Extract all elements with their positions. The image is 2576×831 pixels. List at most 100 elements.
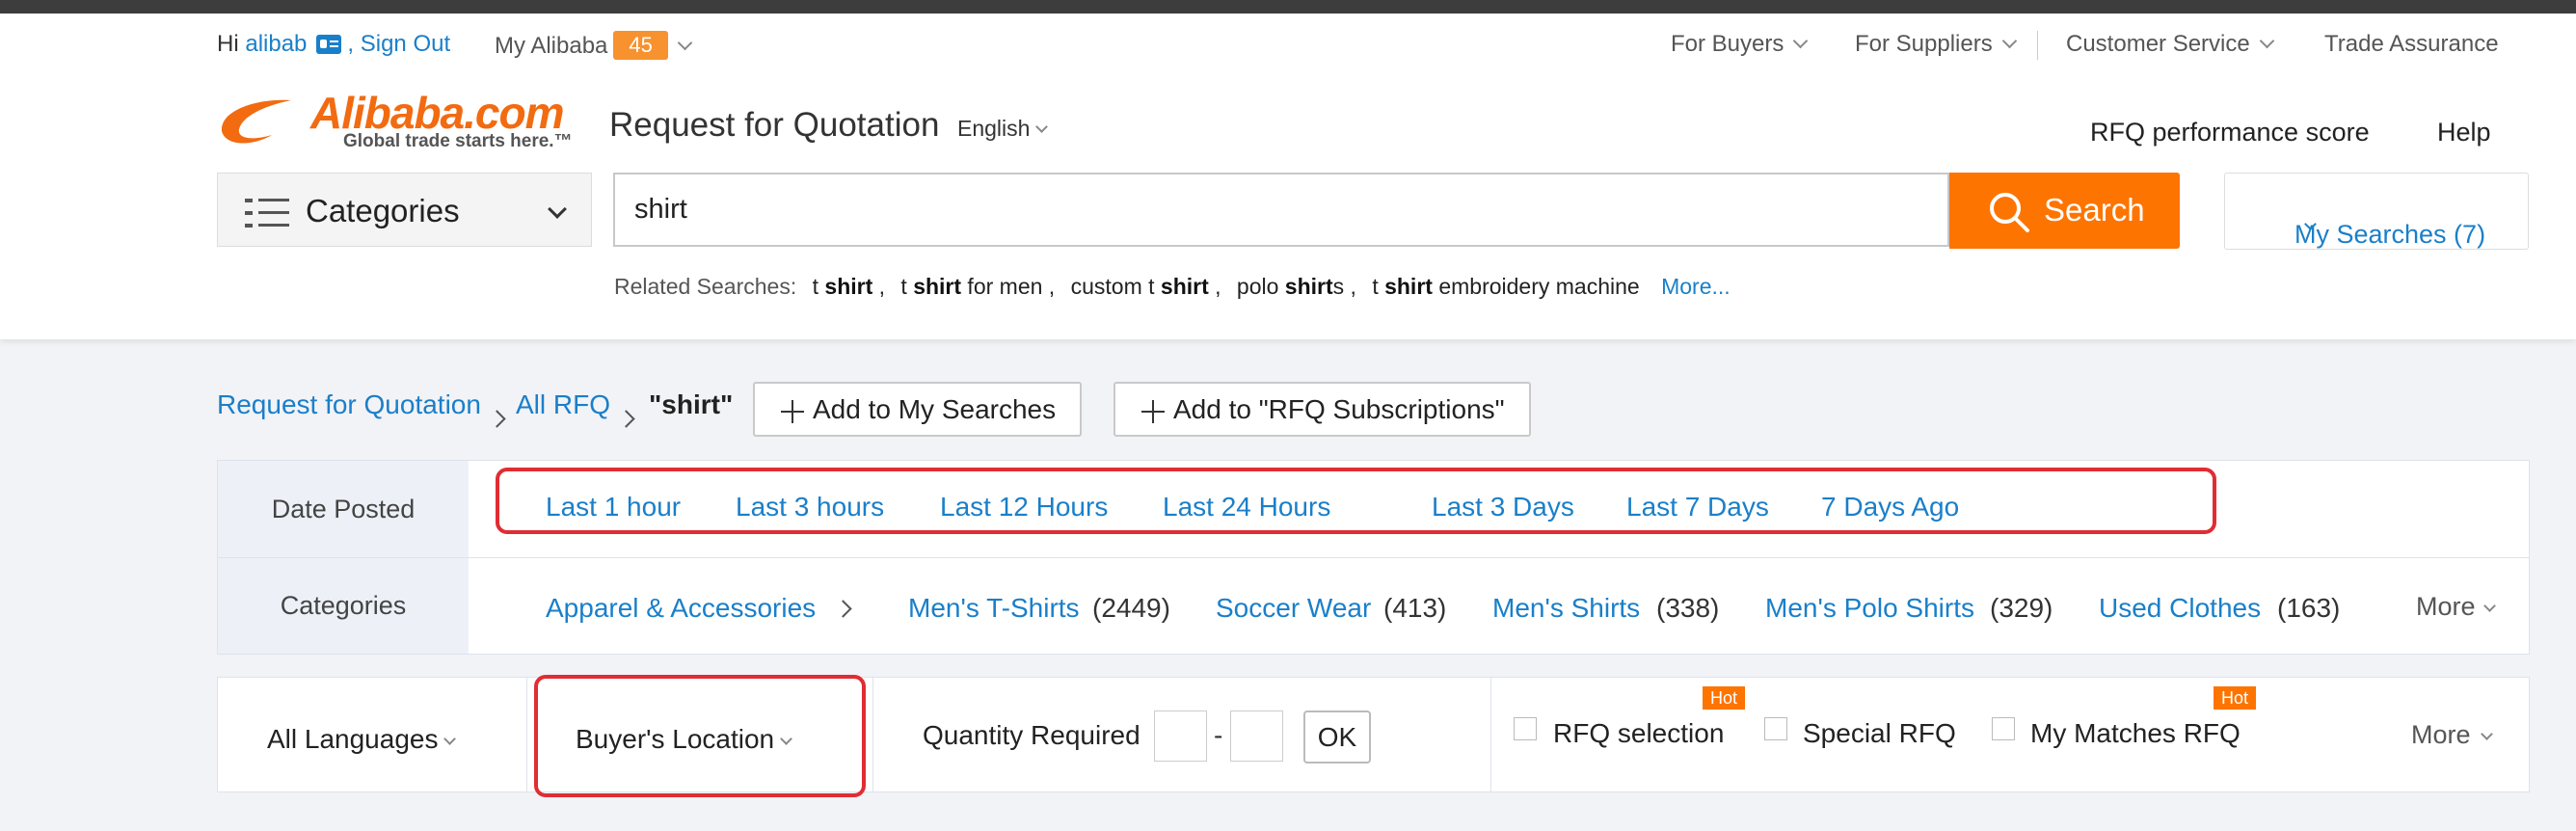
search-input[interactable]	[613, 173, 1949, 247]
my-matches-rfq-checkbox[interactable]	[1992, 717, 2015, 740]
nav-divider	[2037, 31, 2038, 60]
category-count: (163)	[2277, 593, 2341, 623]
date-posted-label: Date Posted	[218, 461, 469, 557]
my-alibaba-menu[interactable]: My Alibaba 45	[495, 31, 693, 60]
related-item[interactable]: custom t shirt ,	[1071, 274, 1221, 299]
breadcrumb-all-rfq-link[interactable]: All RFQ	[516, 389, 610, 420]
category-count: (413)	[1383, 593, 1447, 623]
breadcrumb-separator-icon	[617, 401, 635, 432]
greeting-text: Hi	[217, 31, 239, 57]
column-divider	[526, 678, 527, 791]
help-link[interactable]: Help	[2437, 118, 2491, 147]
id-card-icon	[316, 35, 342, 54]
category-soccer-wear[interactable]: Soccer Wear	[1216, 593, 1371, 624]
language-selector[interactable]: English	[957, 116, 1049, 142]
category-apparel-accessories[interactable]: Apparel & Accessories	[546, 593, 816, 624]
related-item[interactable]: t shirt for men ,	[900, 274, 1055, 299]
nav-for-suppliers[interactable]: For Suppliers	[1855, 31, 2018, 58]
breadcrumb-separator-icon	[488, 401, 506, 432]
breadcrumb-current: "shirt"	[649, 389, 734, 419]
hot-badge: Hot	[1703, 686, 1746, 710]
search-icon	[1990, 193, 2029, 232]
quantity-ok-button[interactable]: OK	[1303, 710, 1371, 764]
my-searches-dropdown[interactable]: My Searches (7)	[2224, 173, 2529, 250]
chevron-down-icon	[2001, 33, 2018, 49]
category-count: (2449)	[1092, 593, 1170, 623]
special-rfq-label: Special RFQ	[1803, 718, 1956, 748]
category-count: (338)	[1656, 593, 1720, 623]
chevron-down-icon	[1035, 121, 1049, 133]
message-count-badge: 45	[613, 31, 668, 60]
my-matches-rfq-label: My Matches RFQ	[2030, 718, 2241, 748]
related-searches: Related Searches: t shirt , t shirt for …	[614, 274, 1731, 300]
categories-filter-label: Categories	[218, 558, 469, 654]
hot-badge: Hot	[2214, 686, 2257, 710]
rfq-performance-link[interactable]: RFQ performance score	[2090, 118, 2370, 147]
nav-for-buyers[interactable]: For Buyers	[1671, 31, 1809, 58]
menu-list-icon	[245, 199, 289, 228]
nav-label: Customer Service	[2066, 31, 2250, 57]
site-header: Hi alibab , Sign Out My Alibaba 45 For Buy…	[0, 13, 2576, 339]
plus-icon	[1141, 400, 1165, 423]
add-to-rfq-subscriptions-button[interactable]: Add to "RFQ Subscriptions"	[1114, 382, 1531, 437]
search-button[interactable]: Search	[1949, 173, 2180, 249]
nav-label: For Buyers	[1671, 31, 1784, 57]
greeting: Hi alibab , Sign Out	[217, 31, 450, 58]
add-subs-label: Add to "RFQ Subscriptions"	[1173, 394, 1505, 424]
quantity-dash: -	[1214, 720, 1223, 750]
nav-trade-assurance[interactable]: Trade Assurance	[2324, 31, 2499, 58]
date-filter-highlight	[496, 468, 2216, 534]
alibaba-logo[interactable]: Alibaba.com Global trade starts here.™	[214, 88, 580, 158]
rfq-selection-checkbox[interactable]	[1514, 717, 1537, 740]
all-languages-dropdown[interactable]: All Languages	[267, 724, 457, 755]
related-label: Related Searches:	[614, 274, 797, 299]
sign-out-link[interactable]: , Sign Out	[347, 31, 450, 57]
quantity-required-label: Quantity Required	[923, 720, 1140, 750]
my-alibaba-label: My Alibaba	[495, 33, 608, 59]
username-link[interactable]: alibab	[245, 31, 307, 57]
chevron-down-icon	[2482, 600, 2496, 612]
nav-customer-service[interactable]: Customer Service	[2066, 31, 2275, 58]
chevron-down-icon	[2480, 728, 2493, 740]
related-item[interactable]: t shirt ,	[813, 274, 885, 299]
category-count: (329)	[1990, 593, 2053, 623]
category-mens-shirts[interactable]: Men's Shirts	[1492, 593, 1640, 624]
related-item[interactable]: polo shirts ,	[1237, 274, 1356, 299]
more-filters-button[interactable]: More	[2411, 720, 2493, 750]
rfq-selection-label: RFQ selection	[1553, 718, 1725, 748]
category-used-clothes[interactable]: Used Clothes	[2099, 593, 2261, 624]
nav-label: Trade Assurance	[2324, 31, 2499, 57]
page-title: Request for Quotation	[609, 106, 940, 144]
logo-tagline: Global trade starts here.™	[343, 131, 573, 151]
languages-label: All Languages	[267, 724, 439, 754]
search-button-label: Search	[2044, 192, 2145, 228]
related-more-link[interactable]: More...	[1661, 274, 1731, 299]
chevron-down-icon	[443, 733, 457, 745]
row-divider	[218, 557, 2529, 558]
categories-more-button[interactable]: More	[2416, 592, 2496, 622]
related-item[interactable]: t shirt embroidery machine	[1372, 274, 1639, 299]
breadcrumb-rfq-link[interactable]: Request for Quotation	[217, 389, 481, 420]
chevron-down-icon	[2259, 33, 2275, 49]
categories-dropdown[interactable]: Categories	[217, 173, 592, 247]
category-mens-t-shirts[interactable]: Men's T-Shirts	[908, 593, 1080, 624]
add-to-my-searches-button[interactable]: Add to My Searches	[753, 382, 1083, 437]
language-label: English	[957, 116, 1031, 141]
chevron-down-icon	[677, 35, 693, 51]
more-label: More	[2411, 720, 2471, 749]
quantity-max-input[interactable]	[1230, 710, 1283, 762]
column-divider	[1490, 678, 1491, 791]
top-strip	[0, 0, 2576, 13]
categories-label: Categories	[306, 193, 460, 228]
quantity-min-input[interactable]	[1154, 710, 1207, 762]
special-rfq-checkbox[interactable]	[1764, 717, 1787, 740]
category-mens-polo-shirts[interactable]: Men's Polo Shirts	[1765, 593, 1974, 624]
location-highlight	[534, 675, 866, 797]
nav-label: For Suppliers	[1855, 31, 1993, 57]
add-searches-label: Add to My Searches	[813, 394, 1057, 424]
more-label: More	[2416, 592, 2476, 621]
my-searches-label: My Searches (7)	[2294, 220, 2486, 249]
logo-swoosh-icon	[221, 99, 291, 144]
chevron-down-icon	[1793, 33, 1809, 49]
plus-icon	[781, 400, 804, 423]
